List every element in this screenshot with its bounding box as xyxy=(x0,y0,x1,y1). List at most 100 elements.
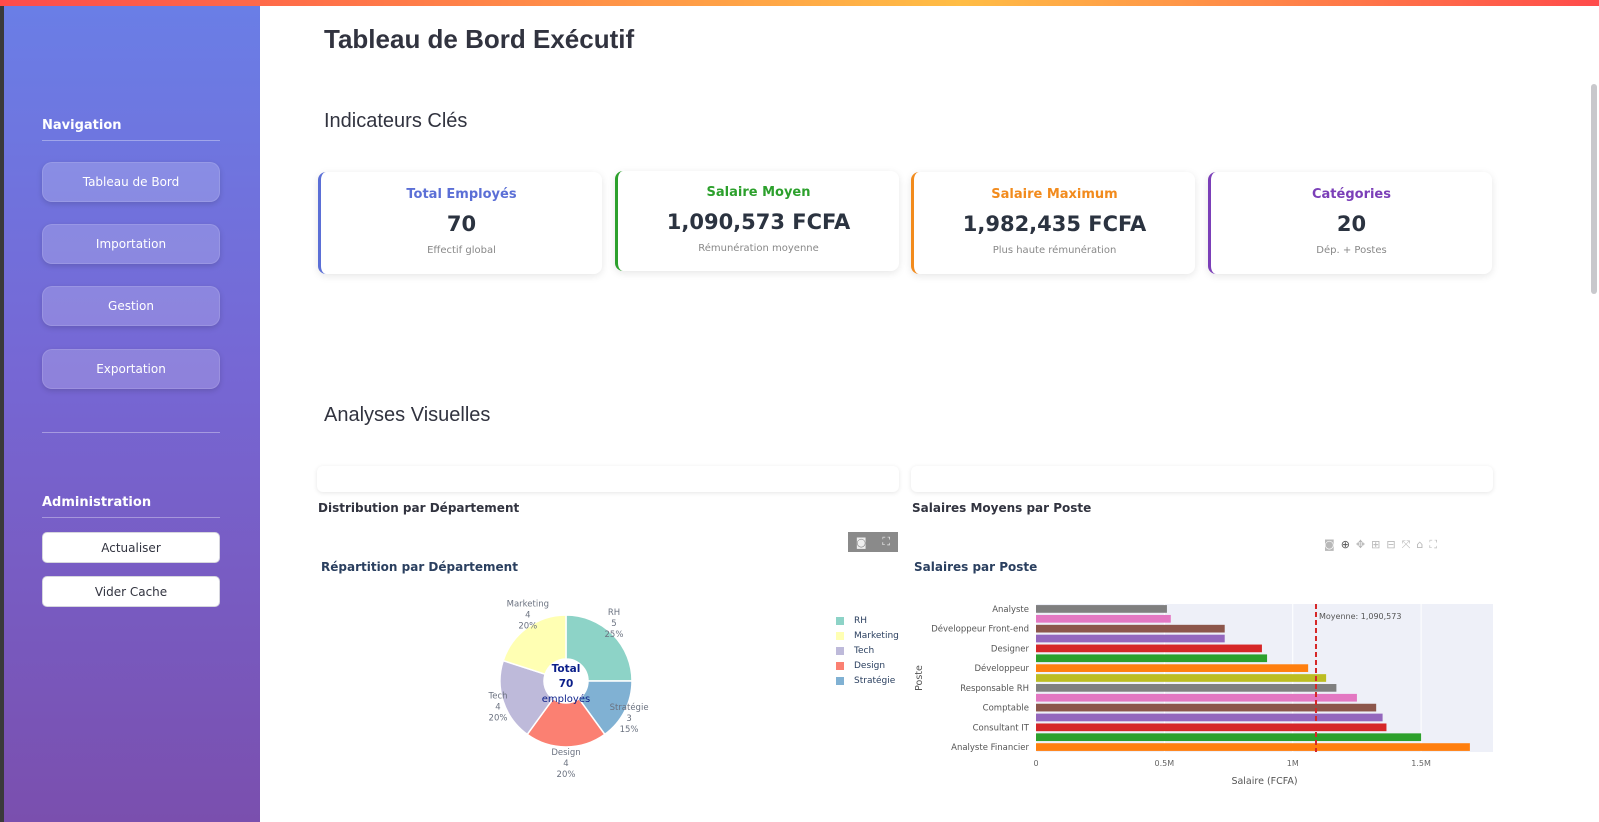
x-tick-label: 0.5M xyxy=(1155,759,1175,768)
pie-slice-label: RH xyxy=(608,608,620,618)
nav-heading: Navigation xyxy=(42,118,122,133)
kpi-title: Catégories xyxy=(1311,187,1391,202)
right-chart-subheading: Salaires Moyens par Poste xyxy=(912,501,1092,515)
x-tick-label: 0 xyxy=(1033,759,1038,768)
legend-item-rh[interactable]: RH xyxy=(836,616,867,626)
autoscale-icon[interactable]: ⤧ xyxy=(1402,538,1411,552)
pie-slice-label: 20% xyxy=(489,713,508,723)
pie-slice-label: 3 xyxy=(626,714,631,724)
salary-bar[interactable] xyxy=(1036,644,1262,653)
home-icon[interactable]: ⌂ xyxy=(1416,538,1423,552)
legend-swatch xyxy=(836,661,844,670)
pan-icon[interactable]: ✥ xyxy=(1356,538,1365,552)
nav-import-button[interactable]: Importation xyxy=(42,224,220,264)
salary-bar-chart: 0 0.5M 1M 1.5M Analyste Développeur Front-end… xyxy=(914,604,1493,787)
legend-item-stratégie[interactable]: Stratégie xyxy=(836,676,895,686)
right-chart-container-header xyxy=(911,466,1493,492)
legend-item-design[interactable]: Design xyxy=(836,661,885,671)
kpi-heading: Indicateurs Clés xyxy=(324,110,468,132)
pie-center-label: Total xyxy=(552,663,581,675)
pie-slice-label: 4 xyxy=(525,611,530,621)
pie-center-label: 70 xyxy=(559,678,574,690)
legend-swatch xyxy=(836,631,844,640)
legend-item-marketing[interactable]: Marketing xyxy=(836,631,899,641)
x-axis-title: Salaire (FCFA) xyxy=(1231,776,1297,787)
kpi-subtitle: Rémunération moyenne xyxy=(698,243,819,254)
kpi-card-max-salary: Salaire Maximum 1,982,435 FCFA Plus haut… xyxy=(911,172,1195,274)
kpi-subtitle: Plus haute rémunération xyxy=(992,245,1117,256)
salary-bar[interactable] xyxy=(1036,693,1357,702)
camera-icon[interactable]: ◙ xyxy=(1324,538,1335,552)
clear-cache-button[interactable]: Vider Cache xyxy=(42,576,220,607)
pie-chart-title: Répartition par Département xyxy=(321,560,518,574)
kpi-value: 20 xyxy=(1336,212,1367,236)
pie-slice-label: 20% xyxy=(557,770,576,780)
pie-slice-label: 4 xyxy=(563,759,568,769)
admin-divider xyxy=(42,517,220,518)
pie-slice-label: 20% xyxy=(518,622,537,632)
salary-bar[interactable] xyxy=(1036,654,1268,663)
kpi-value: 1,982,435 FCFA xyxy=(962,212,1147,236)
pie-slice-label: 5 xyxy=(611,619,616,629)
visual-heading: Analyses Visuelles xyxy=(324,404,491,426)
salary-bar[interactable] xyxy=(1036,703,1377,712)
kpi-subtitle: Dép. + Postes xyxy=(1316,245,1387,256)
kpi-value: 70 xyxy=(446,212,477,236)
kpi-subtitle: Effectif global xyxy=(427,245,496,256)
refresh-button[interactable]: Actualiser xyxy=(42,532,220,563)
salary-bar[interactable] xyxy=(1036,605,1167,613)
sidebar: Navigation Tableau de Bord Importation G… xyxy=(4,6,260,822)
kpi-card-total-employees: Total Employés 70 Effectif global xyxy=(318,172,602,274)
camera-icon[interactable]: ◙ xyxy=(856,536,867,549)
fullscreen-icon[interactable]: ⛶ xyxy=(882,535,890,549)
fullscreen-icon[interactable]: ⛶ xyxy=(1429,538,1437,552)
left-chart-subheading: Distribution par Département xyxy=(318,501,520,515)
zoom-icon[interactable]: ⊕ xyxy=(1341,538,1350,552)
legend-label: RH xyxy=(854,616,868,626)
kpi-value: 1,090,573 FCFA xyxy=(666,210,851,234)
kpi-card-average-salary: Salaire Moyen 1,090,573 FCFA Rémunératio… xyxy=(615,171,899,271)
admin-heading: Administration xyxy=(42,495,152,510)
department-pie-chart: RH525%Stratégie315%Design420%Tech420%Mar… xyxy=(487,600,649,780)
legend-swatch xyxy=(836,616,844,625)
y-tick-label: Responsable RH xyxy=(960,684,1029,694)
legend-swatch xyxy=(836,676,844,685)
nav-manage-button[interactable]: Gestion xyxy=(42,286,220,326)
left-chart-container-header xyxy=(317,466,899,492)
pie-slice-label: 15% xyxy=(620,725,639,735)
legend-label: Tech xyxy=(854,646,875,656)
pie-slice-label: Stratégie xyxy=(610,702,649,713)
x-tick-label: 1.5M xyxy=(1411,759,1431,768)
salary-bar[interactable] xyxy=(1036,674,1327,682)
main-content: Tableau de Bord Exécutif Indicateurs Clé… xyxy=(260,6,1599,822)
nav-dashboard-button[interactable]: Tableau de Bord xyxy=(42,162,220,202)
y-tick-label: Développeur xyxy=(975,663,1030,674)
salary-bar[interactable] xyxy=(1036,733,1422,742)
salary-bar[interactable] xyxy=(1036,713,1383,722)
salary-bar[interactable] xyxy=(1036,634,1225,643)
salary-bar[interactable] xyxy=(1036,614,1171,623)
pie-slice-label: 25% xyxy=(605,630,624,640)
salary-bar[interactable] xyxy=(1036,664,1309,672)
pie-modebar: ◙ ⛶ xyxy=(848,532,898,552)
legend-label: Marketing xyxy=(854,631,899,641)
pie-slice-label: 4 xyxy=(495,702,500,712)
bar-modebar: ◙ ⊕ ✥ ⊞ ⊟ ⤧ ⌂ ⛶ xyxy=(1324,538,1437,552)
pie-center-label: employés xyxy=(542,693,590,705)
scrollbar[interactable] xyxy=(1591,84,1597,294)
legend-label: Stratégie xyxy=(854,676,896,686)
kpi-card-categories: Catégories 20 Dép. + Postes xyxy=(1208,172,1492,274)
y-tick-label: Comptable xyxy=(983,704,1029,714)
section-divider xyxy=(42,432,220,433)
salary-bar[interactable] xyxy=(1036,684,1337,692)
salary-bar[interactable] xyxy=(1036,723,1387,732)
legend-item-tech[interactable]: Tech xyxy=(836,646,874,656)
nav-export-button[interactable]: Exportation xyxy=(42,349,220,389)
zoom-out-icon[interactable]: ⊟ xyxy=(1386,538,1395,552)
legend-swatch xyxy=(836,646,844,655)
salary-bar[interactable] xyxy=(1036,624,1225,633)
kpi-title: Salaire Moyen xyxy=(706,185,811,200)
zoom-in-icon[interactable]: ⊞ xyxy=(1371,538,1380,552)
y-tick-label: Analyste xyxy=(992,605,1029,615)
salary-bar[interactable] xyxy=(1036,743,1470,751)
